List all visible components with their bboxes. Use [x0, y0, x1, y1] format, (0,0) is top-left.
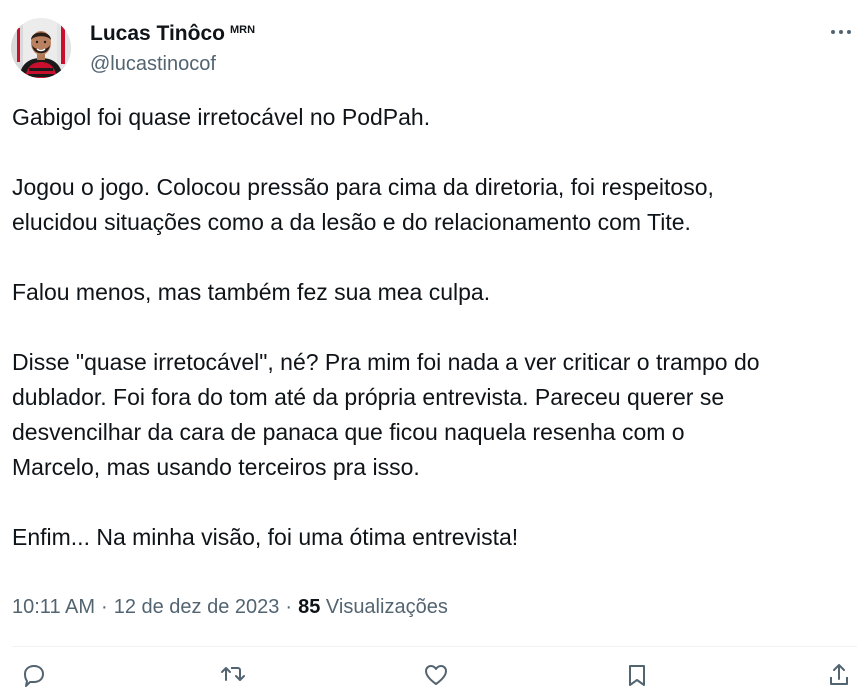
like-icon [425, 665, 447, 685]
tweet-time[interactable]: 10:11 AM [12, 596, 95, 618]
meta-separator: · [101, 596, 108, 618]
reply-icon [24, 665, 44, 687]
tweet-paragraph: Disse "quase irretocável", né? Pra mim f… [12, 349, 760, 480]
share-button[interactable] [824, 660, 854, 690]
author-display-name[interactable]: Lucas Tinôco [90, 21, 225, 47]
divider [12, 646, 857, 647]
share-icon [830, 664, 848, 685]
more-options-button[interactable] [826, 22, 856, 42]
tweet-card: Lucas Tinôco MRN @lucastinocof Gabigol f… [0, 0, 861, 687]
profile-photo-icon [11, 18, 71, 78]
avatar[interactable] [11, 18, 71, 78]
tweet-paragraph: Jogou o jogo. Colocou pressão para cima … [12, 174, 714, 235]
action-bar [0, 660, 861, 690]
reply-button[interactable] [19, 660, 49, 690]
retweet-icon [221, 667, 245, 681]
meta-separator: · [285, 596, 293, 618]
author-name-tag: MRN [229, 24, 256, 36]
views-count: 85 [298, 596, 321, 618]
like-button[interactable] [421, 660, 451, 690]
tweet-text: Gabigol foi quase irretocável no PodPah.… [12, 100, 857, 555]
bookmark-icon [629, 665, 645, 686]
tweet-paragraph: Gabigol foi quase irretocável no PodPah. [12, 104, 431, 130]
bookmark-button[interactable] [622, 660, 652, 690]
tweet-paragraph: Enfim... Na minha visão, foi uma ótima e… [12, 524, 519, 550]
views-label: Visualizações [325, 596, 448, 618]
tweet-paragraph: Falou menos, mas também fez sua mea culp… [12, 279, 491, 305]
tweet-date[interactable]: 12 de dez de 2023 [114, 596, 280, 618]
retweet-button[interactable] [218, 660, 248, 690]
author-name-row[interactable]: Lucas Tinôco MRN [90, 21, 255, 47]
tweet-meta: 10:11 AM · 12 de dez de 2023 · 85 Visualizaç… [12, 594, 448, 620]
author-handle[interactable]: @lucastinocof [90, 52, 216, 76]
more-options-icon [831, 30, 851, 34]
